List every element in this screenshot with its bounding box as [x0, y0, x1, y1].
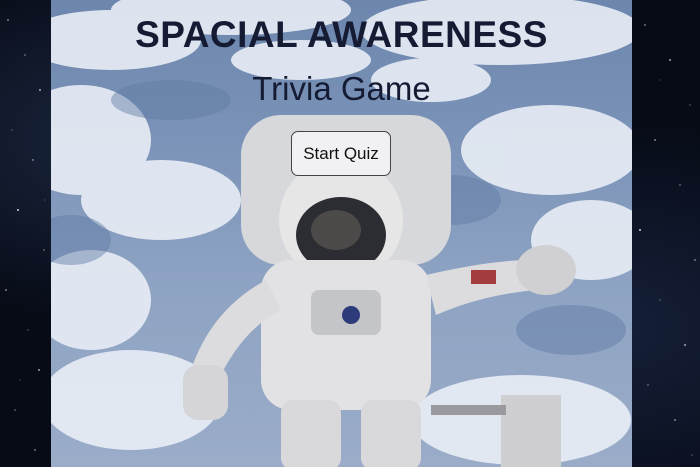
page-title: SPACIAL AWARENESS — [135, 14, 548, 55]
start-quiz-button[interactable]: Start Quiz — [291, 131, 391, 176]
astronaut-illustration — [183, 115, 576, 467]
page-subtitle: Trivia Game — [252, 70, 431, 107]
